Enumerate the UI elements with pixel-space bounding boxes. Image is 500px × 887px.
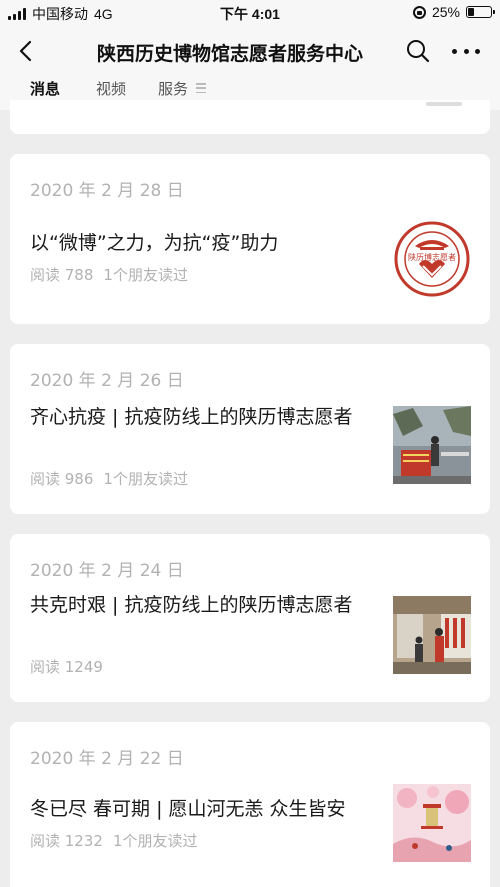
volunteer-logo-thumbnail[interactable]: 陕历博志愿者 [393, 220, 471, 298]
pink-illustration-thumbnail[interactable] [393, 784, 471, 862]
article-meta: 阅读 1232 1个朋友读过 [30, 830, 198, 851]
status-bar: 中国移动 4G 下午 4:01 25% [0, 0, 500, 26]
article-card[interactable]: 2020 年 2 月 22 日 冬已尽 春可期 | 愿山河无恙 众生皆安 阅读 … [10, 722, 490, 887]
gate-photo-thumbnail[interactable] [393, 596, 471, 674]
article-meta: 阅读 788 1个朋友读过 [30, 264, 188, 285]
rotation-lock-icon [412, 5, 426, 19]
article-title[interactable]: 共克时艰 | 抗疫防线上的陕历博志愿者 [30, 590, 380, 620]
tab-videos[interactable]: 视频 [96, 78, 126, 99]
article-title[interactable]: 以“微博”之力，为抗“疫”助力 [30, 228, 380, 258]
article-meta: 阅读 1249 [30, 656, 103, 677]
battery-icon [466, 6, 495, 18]
nav-bar: 陕西历史博物馆志愿者服务中心 [0, 26, 500, 76]
battery-level [468, 8, 474, 16]
article-title[interactable]: 冬已尽 春可期 | 愿山河无恙 众生皆安 [30, 794, 380, 824]
article-meta: 阅读 986 1个朋友读过 [30, 468, 188, 489]
page-title: 陕西历史博物馆志愿者服务中心 [96, 43, 363, 65]
read-count: 阅读 1249 [30, 658, 103, 676]
article-title[interactable]: 齐心抗疫 | 抗疫防线上的陕历博志愿者 [30, 402, 380, 432]
back-icon[interactable] [14, 38, 40, 64]
friends-read: 1个朋友读过 [103, 266, 188, 284]
read-count: 阅读 1232 [30, 832, 103, 850]
search-icon[interactable] [405, 38, 431, 64]
logo-text: 陕历博志愿者 [408, 252, 456, 262]
read-count: 阅读 986 [30, 470, 94, 488]
article-date: 2020 年 2 月 22 日 [30, 749, 184, 769]
tab-services[interactable]: 服务 [158, 78, 188, 99]
more-icon[interactable] [452, 46, 480, 56]
previous-article-card[interactable] [10, 100, 490, 134]
card-divider [426, 102, 462, 106]
article-card[interactable]: 2020 年 2 月 24 日 共克时艰 | 抗疫防线上的陕历博志愿者 阅读 1… [10, 534, 490, 702]
status-right: 25% [412, 4, 495, 20]
article-card[interactable]: 2020 年 2 月 28 日 以“微博”之力，为抗“疫”助力 阅读 788 1个… [10, 154, 490, 324]
tab-messages[interactable]: 消息 [30, 78, 60, 99]
battery-percent: 25% [431, 4, 460, 20]
article-date: 2020 年 2 月 28 日 [30, 181, 184, 201]
article-date: 2020 年 2 月 26 日 [30, 371, 184, 391]
friends-read: 1个朋友读过 [103, 470, 188, 488]
article-date: 2020 年 2 月 24 日 [30, 561, 184, 581]
menu-icon[interactable] [196, 83, 206, 93]
read-count: 阅读 788 [30, 266, 94, 284]
friends-read: 1个朋友读过 [112, 832, 198, 850]
article-card[interactable]: 2020 年 2 月 26 日 齐心抗疫 | 抗疫防线上的陕历博志愿者 阅读 9… [10, 344, 490, 514]
checkpoint-photo-thumbnail[interactable] [393, 406, 471, 484]
